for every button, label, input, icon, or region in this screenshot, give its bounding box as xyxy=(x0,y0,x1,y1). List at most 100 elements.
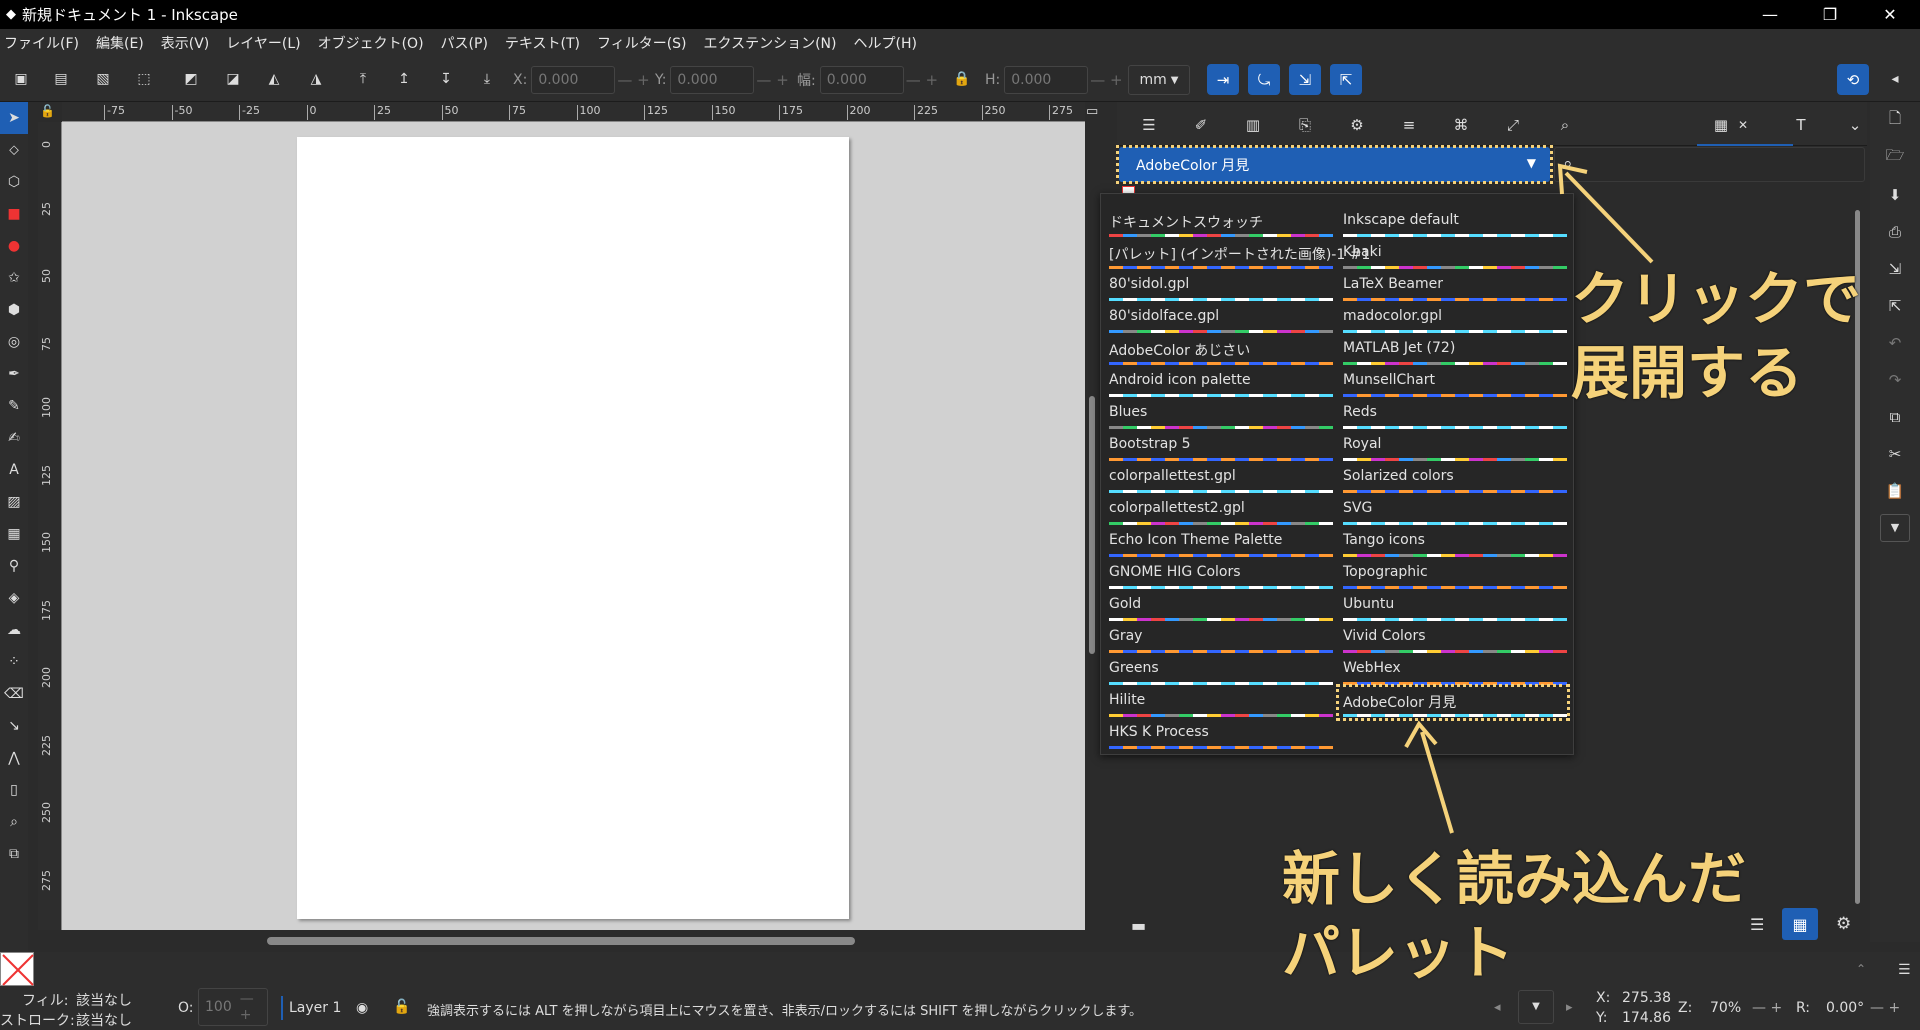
palette-item[interactable]: 80'sidol.gpl xyxy=(1109,274,1333,304)
menu-file[interactable]: ファイル(F) xyxy=(4,33,79,53)
menu-object[interactable]: オブジェクト(O) xyxy=(318,33,424,53)
ruler-corner-lock-icon[interactable]: 🔓 xyxy=(40,104,55,118)
opacity-input[interactable]: 100 — + xyxy=(198,988,268,1026)
palette-item[interactable]: Topographic xyxy=(1343,562,1567,592)
statusbar-menu-icon[interactable]: ☰ xyxy=(1898,962,1911,978)
measure-tool-icon[interactable]: ⧉ xyxy=(0,838,28,870)
palette-item[interactable]: Gold xyxy=(1109,594,1333,624)
palette-dropdown[interactable]: AdobeColor 月見 ▼ xyxy=(1119,147,1550,182)
palette-item[interactable]: Bootstrap 5 xyxy=(1109,434,1333,464)
menu-path[interactable]: パス(P) xyxy=(441,33,488,53)
find-replace-icon[interactable]: ⌕ xyxy=(1553,113,1577,137)
lock-ratio-icon[interactable]: 🔒 xyxy=(951,68,973,90)
menu-layer[interactable]: レイヤー(L) xyxy=(226,33,300,53)
layer-selector[interactable]: Layer 1 xyxy=(281,996,341,1020)
align-distribute-icon[interactable]: ≡ xyxy=(1397,113,1421,137)
rectangle-tool-icon[interactable]: ■ xyxy=(0,198,28,230)
opacity-stepper[interactable]: — + xyxy=(240,991,267,1023)
layers-objects-icon[interactable]: ☰ xyxy=(1137,113,1161,137)
new-document-icon[interactable]: 🗋 xyxy=(1870,102,1920,139)
palette-item[interactable]: madocolor.gpl xyxy=(1343,306,1567,336)
cut-icon[interactable]: ✂ xyxy=(1870,435,1920,472)
open-palette-file-icon[interactable]: ▬ xyxy=(1131,916,1146,935)
palette-item[interactable]: Echo Icon Theme Palette xyxy=(1109,530,1333,560)
palette-item[interactable]: Blues xyxy=(1109,402,1333,432)
layer-lock-icon[interactable]: 🔓 xyxy=(393,999,410,1015)
palette-item[interactable]: Ubuntu xyxy=(1343,594,1567,624)
palette-item[interactable]: Royal xyxy=(1343,434,1567,464)
select-all-layers-icon[interactable]: ▤ xyxy=(50,68,72,90)
lower-icon[interactable]: ↧ xyxy=(435,68,457,90)
fill-stroke-indicator[interactable] xyxy=(0,952,34,986)
layer-visibility-icon[interactable]: ◉ xyxy=(356,1000,368,1016)
pencil-tool-icon[interactable]: ✎ xyxy=(0,390,28,422)
spiral-tool-icon[interactable]: ◎ xyxy=(0,326,28,358)
calligraphy-tool-icon[interactable]: ✍ xyxy=(0,422,28,454)
maximize-button[interactable]: ❐ xyxy=(1800,0,1860,29)
palette-item[interactable]: ドキュメントスウォッチ xyxy=(1109,210,1333,240)
copy-icon[interactable]: ⧉ xyxy=(1870,398,1920,435)
palette-item[interactable]: Hilite xyxy=(1109,690,1333,720)
palette-item[interactable]: 80'sidolface.gpl xyxy=(1109,306,1333,336)
move-gradients-icon[interactable]: ⇲ xyxy=(1289,64,1321,95)
list-view-icon[interactable]: ☰ xyxy=(1750,915,1764,934)
fill-stroke-icon[interactable]: ✐ xyxy=(1189,113,1213,137)
rotation-stepper[interactable]: — + xyxy=(1870,1000,1900,1016)
flip-horizontal-icon[interactable]: ◭ xyxy=(263,68,285,90)
palette-item[interactable]: Khaki xyxy=(1343,242,1567,272)
page-select[interactable]: ▼ xyxy=(1518,990,1554,1024)
palette-item[interactable]: Tango icons xyxy=(1343,530,1567,560)
palette-item[interactable]: Inkscape default xyxy=(1343,210,1567,240)
palette-item[interactable]: LaTeX Beamer xyxy=(1343,274,1567,304)
selector-tool-icon[interactable]: ➤ xyxy=(0,102,28,134)
zoom-input[interactable]: 70% xyxy=(1710,1000,1741,1016)
zoom-tool-icon[interactable]: ⌕ xyxy=(0,806,28,838)
display-mode-icon[interactable]: ▭ xyxy=(1086,104,1098,119)
node-tool-icon[interactable]: ⬦ xyxy=(0,134,28,166)
palette-item[interactable]: [パレット] (インポートされた画像)-1 #1 xyxy=(1109,242,1370,272)
minimize-button[interactable]: — xyxy=(1740,0,1800,29)
pages-tool-icon[interactable]: ▯ xyxy=(0,774,28,806)
open-file-icon[interactable]: 🗁 xyxy=(1870,139,1920,176)
paint-bucket-tool-icon[interactable]: ◈ xyxy=(0,582,28,614)
select-all-icon[interactable]: ▣ xyxy=(10,68,32,90)
import-icon[interactable]: ⇲ xyxy=(1870,250,1920,287)
document-page[interactable] xyxy=(297,137,849,919)
menu-view[interactable]: 表示(V) xyxy=(161,33,210,53)
raise-to-top-icon[interactable]: ⤒ xyxy=(352,68,374,90)
width-stepper[interactable]: — + xyxy=(906,71,944,89)
width-input[interactable]: 0.000 xyxy=(819,66,904,94)
paste-icon[interactable]: 📋 xyxy=(1870,472,1920,509)
vertical-scrollbar[interactable] xyxy=(1089,396,1095,654)
undo-icon[interactable]: ↶ xyxy=(1870,324,1920,361)
gradient-tool-icon[interactable]: ▨ xyxy=(0,486,28,518)
palette-item[interactable]: Reds xyxy=(1343,402,1567,432)
x-input[interactable]: 0.000 xyxy=(531,66,616,94)
scale-stroke-icon[interactable]: ⇥ xyxy=(1207,64,1239,95)
vertical-ruler[interactable]: 0 25 50 75 100 125 150 175 200 225 250 275 xyxy=(38,122,62,930)
snap-toggle-icon[interactable]: ⟲ xyxy=(1837,64,1869,95)
unit-select[interactable]: mm ▼ xyxy=(1128,65,1190,95)
palette-item[interactable]: Gray xyxy=(1109,626,1333,656)
snap-menu-icon[interactable]: ◂ xyxy=(1884,68,1906,90)
pen-tool-icon[interactable]: ✒ xyxy=(0,358,28,390)
print-icon[interactable]: ⎙ xyxy=(1870,213,1920,250)
palette-item[interactable]: WebHex xyxy=(1343,658,1567,688)
swatch-search-input[interactable]: ⌕ xyxy=(1554,147,1865,182)
scale-corners-icon[interactable]: ⤿ xyxy=(1248,64,1280,95)
statusbar-collapse-icon[interactable]: ⌃ xyxy=(1856,962,1866,976)
height-input[interactable]: 0.000 xyxy=(1004,66,1089,94)
swatches-tab-icon[interactable]: ▦ xyxy=(1709,113,1733,137)
palette-item[interactable]: Vivid Colors xyxy=(1343,626,1567,656)
eraser-tool-icon[interactable]: ⌫ xyxy=(0,678,28,710)
menu-extensions[interactable]: エクステンション(N) xyxy=(704,33,837,53)
palette-item[interactable]: Solarized colors xyxy=(1343,466,1567,496)
star-tool-icon[interactable]: ✩ xyxy=(0,262,28,294)
settings-gear-icon[interactable]: ⚙ xyxy=(1836,914,1851,934)
shape-builder-icon[interactable]: ⬡ xyxy=(0,166,28,198)
zoom-stepper[interactable]: — + xyxy=(1752,1000,1782,1016)
xml-editor-icon[interactable]: ⌘ xyxy=(1449,113,1473,137)
palette-item[interactable]: MATLAB Jet (72) xyxy=(1343,338,1567,368)
redo-icon[interactable]: ↷ xyxy=(1870,361,1920,398)
menu-text[interactable]: テキスト(T) xyxy=(505,33,580,53)
